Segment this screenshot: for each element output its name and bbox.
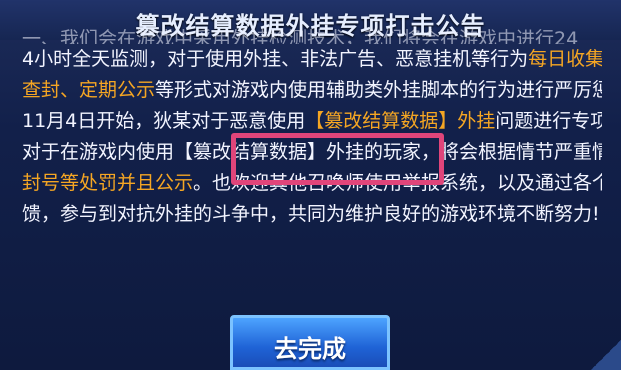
- notice-text: 馈，参与到对抗外挂的斗争中，共同为维护良好的游戏环境不断努力!: [22, 203, 600, 225]
- announcement-body: 一、我们会在游戏中采用外挂检测技术，我们将会在游戏中进行24 4小时全天监测，对…: [22, 28, 602, 230]
- notice-highlight: 查封、定期公示: [22, 79, 156, 101]
- notice-text: 11月4日开始，狄某对于恶意使用: [22, 110, 306, 132]
- notice-highlight: 封号等处罚并且公示: [22, 172, 194, 194]
- notice-text: 等形式对游戏内使用辅助类外挂脚本的行为进行严厉惩处!: [155, 79, 602, 101]
- notice-highlight: 【篡改结算数据】外挂: [305, 110, 496, 132]
- notice-text: 问题进行专项打击，: [495, 110, 602, 132]
- notice-text: 4小时全天监测，对于使用外挂、非法广告、恶意挂机等行为: [22, 48, 529, 70]
- go-complete-button[interactable]: 去完成: [230, 315, 390, 370]
- callout-highlight-box: [231, 133, 444, 185]
- notice-highlight: 每日收集、每日: [528, 48, 602, 70]
- notice-line-3: 查封、定期公示等形式对游戏内使用辅助类外挂脚本的行为进行严厉惩处!: [22, 75, 602, 106]
- panel-corner-decoration: [591, 340, 621, 370]
- notice-line-7: 馈，参与到对抗外挂的斗争中，共同为维护良好的游戏环境不断努力!: [22, 199, 602, 230]
- notice-line-2: 4小时全天监测，对于使用外挂、非法广告、恶意挂机等行为每日收集、每日: [22, 44, 602, 75]
- notice-line-1: 一、我们会在游戏中采用外挂检测技术，我们将会在游戏中进行24: [22, 24, 602, 44]
- go-complete-label: 去完成: [274, 335, 346, 363]
- notice-text: 一、我们会在游戏中采用外挂检测技术，我们将会在游戏中进行24: [22, 28, 579, 44]
- announcement-panel: 篡改结算数据外挂专项打击公告 一、我们会在游戏中采用外挂检测技术，我们将会在游戏…: [0, 0, 621, 370]
